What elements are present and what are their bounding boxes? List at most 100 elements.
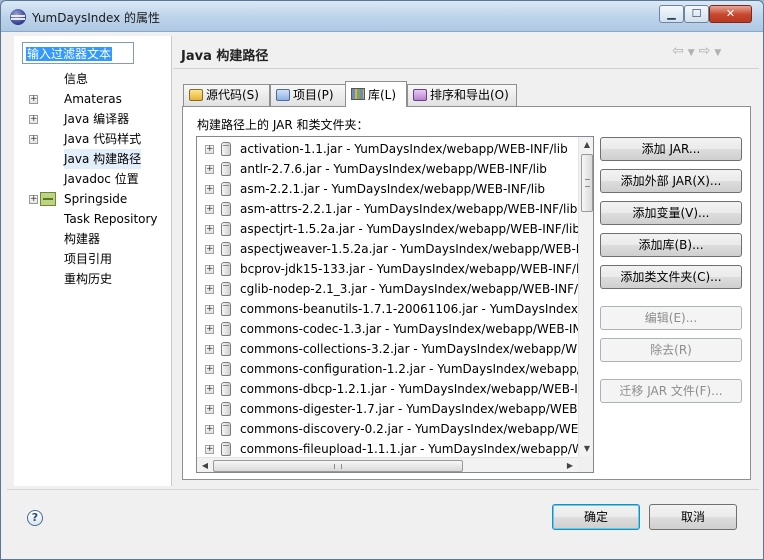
- filter-input[interactable]: 输入过滤器文本: [22, 42, 134, 64]
- tree-item-label: Java 代码样式: [64, 132, 142, 146]
- expand-icon[interactable]: +: [205, 225, 214, 234]
- add-class-folder-button[interactable]: 添加类文件夹(C)...: [600, 265, 742, 289]
- jar-list-item[interactable]: + commons-discovery-0.2.jar - YumDaysInde…: [197, 419, 579, 439]
- expand-icon[interactable]: +: [205, 285, 214, 294]
- back-arrow-icon[interactable]: ⇦: [672, 43, 688, 59]
- add-variable-button[interactable]: 添加变量(V)...: [600, 201, 742, 225]
- expand-icon[interactable]: +: [205, 325, 214, 334]
- expand-icon[interactable]: +: [205, 405, 214, 414]
- vertical-scrollbar[interactable]: ▲ ▼: [578, 137, 593, 457]
- expand-icon[interactable]: +: [29, 95, 38, 104]
- tab-source[interactable]: 源代码(S): [183, 84, 270, 106]
- close-button[interactable]: ✕: [709, 5, 752, 23]
- tab-label: 项目(P): [293, 88, 334, 102]
- add-external-jar-button[interactable]: 添加外部 JAR(X)...: [600, 169, 742, 193]
- tree-item-builders[interactable]: 构建器: [14, 229, 172, 249]
- tab-projects[interactable]: 项目(P): [270, 84, 346, 106]
- filter-input-text: 输入过滤器文本: [26, 47, 113, 61]
- minimize-button[interactable]: ▁: [659, 5, 684, 23]
- source-folder-icon: [189, 89, 203, 101]
- ok-button[interactable]: 确定: [552, 504, 640, 530]
- jar-list-item[interactable]: + aspectjweaver-1.5.2a.jar - YumDaysIndex…: [197, 239, 579, 259]
- page-title: Java 构建路径: [181, 49, 269, 64]
- tree-item-springside[interactable]: + Springside: [14, 189, 172, 209]
- jar-label: commons-configuration-1.2.jar - YumDaysI…: [240, 362, 579, 376]
- help-icon[interactable]: ?: [27, 510, 43, 526]
- history-nav: ⇦▼⇨▼: [672, 43, 725, 59]
- jar-list-item[interactable]: + commons-collections-3.2.jar - YumDaysIn…: [197, 339, 579, 359]
- title-bar[interactable]: YumDaysIndex 的属性 ▁ ☐ ✕: [1, 1, 763, 32]
- expand-icon[interactable]: +: [205, 145, 214, 154]
- tree-item-refactoring-history[interactable]: 重构历史: [14, 269, 172, 289]
- add-jar-button[interactable]: 添加 JAR...: [600, 137, 742, 161]
- jar-list[interactable]: + activation-1.1.jar - YumDaysIndex/webap…: [196, 136, 594, 473]
- scrollbar-corner: [578, 457, 593, 472]
- scroll-down-icon[interactable]: ▼: [579, 441, 593, 457]
- jar-icon: [221, 262, 231, 276]
- jar-list-item[interactable]: + commons-configuration-1.2.jar - YumDays…: [197, 359, 579, 379]
- tree-item-task-repository[interactable]: Task Repository: [14, 209, 172, 229]
- edit-button[interactable]: 编辑(E)...: [600, 306, 742, 330]
- remove-button[interactable]: 除去(R): [600, 338, 742, 362]
- tree-item-java-compiler[interactable]: + Java 编译器: [14, 109, 172, 129]
- scroll-up-icon[interactable]: ▲: [579, 137, 593, 153]
- expand-icon[interactable]: +: [205, 245, 214, 254]
- jar-list-item[interactable]: + antlr-2.7.6.jar - YumDaysIndex/webapp/W…: [197, 159, 579, 179]
- jar-label: commons-codec-1.3.jar - YumDaysIndex/web…: [240, 322, 579, 336]
- jar-list-item[interactable]: + commons-digester-1.7.jar - YumDaysIndex…: [197, 399, 579, 419]
- tab-label: 库(L): [368, 88, 397, 102]
- expand-icon[interactable]: +: [205, 425, 214, 434]
- tree-item-label: 项目引用: [64, 252, 113, 266]
- add-library-button[interactable]: 添加库(B)...: [600, 233, 742, 257]
- jar-list-item[interactable]: + activation-1.1.jar - YumDaysIndex/webap…: [197, 139, 579, 159]
- expand-icon[interactable]: +: [205, 185, 214, 194]
- jar-list-item[interactable]: + aspectjrt-1.5.2a.jar - YumDaysIndex/web…: [197, 219, 579, 239]
- expand-icon[interactable]: +: [29, 195, 38, 204]
- tab-order-export[interactable]: 排序和导出(O): [407, 84, 517, 106]
- dialog-body: 输入过滤器文本 信息 + Amateras + Java 编译器 + Java …: [7, 33, 759, 555]
- expand-icon[interactable]: +: [205, 385, 214, 394]
- maximize-button[interactable]: ☐: [684, 5, 709, 23]
- expand-icon[interactable]: +: [205, 365, 214, 374]
- vertical-scroll-thumb[interactable]: [581, 154, 593, 212]
- tree-item-project-references[interactable]: 项目引用: [14, 249, 172, 269]
- tree-item-javadoc-location[interactable]: Javadoc 位置: [14, 169, 172, 189]
- expand-icon[interactable]: +: [205, 345, 214, 354]
- jar-label: commons-fileupload-1.1.1.jar - YumDaysIn…: [240, 442, 579, 456]
- jar-list-item[interactable]: + asm-2.2.1.jar - YumDaysIndex/webapp/WEB…: [197, 179, 579, 199]
- tree-item-java-build-path[interactable]: Java 构建路径: [14, 149, 172, 169]
- tab-libraries[interactable]: 库(L): [345, 81, 407, 107]
- expand-icon[interactable]: +: [205, 305, 214, 314]
- jar-label: commons-discovery-0.2.jar - YumDaysIndex…: [240, 422, 579, 436]
- jar-list-item[interactable]: + cglib-nodep-2.1_3.jar - YumDaysIndex/we…: [197, 279, 579, 299]
- jar-list-item[interactable]: + asm-attrs-2.2.1.jar - YumDaysIndex/weba…: [197, 199, 579, 219]
- tree-item-info[interactable]: 信息: [14, 69, 172, 89]
- jar-label: commons-digester-1.7.jar - YumDaysIndex/…: [240, 402, 579, 416]
- jar-list-item[interactable]: + commons-codec-1.3.jar - YumDaysIndex/we…: [197, 319, 579, 339]
- migrate-jar-button[interactable]: 迁移 JAR 文件(F)...: [600, 379, 742, 403]
- jar-label: commons-collections-3.2.jar - YumDaysInd…: [240, 342, 579, 356]
- tree-item-amateras[interactable]: + Amateras: [14, 89, 172, 109]
- jar-list-item[interactable]: + commons-fileupload-1.1.1.jar - YumDaysI…: [197, 439, 579, 459]
- forward-menu-icon[interactable]: ▼: [714, 48, 725, 58]
- jar-label: commons-beanutils-1.7.1-20061106.jar - Y…: [240, 302, 579, 316]
- expand-icon[interactable]: +: [29, 115, 38, 124]
- horizontal-scrollbar[interactable]: ◀ ▶: [197, 457, 578, 472]
- scroll-left-icon[interactable]: ◀: [197, 458, 213, 472]
- cancel-button[interactable]: 取消: [649, 504, 737, 530]
- property-page-navigator: 输入过滤器文本 信息 + Amateras + Java 编译器 + Java …: [14, 36, 172, 486]
- expand-icon[interactable]: +: [205, 265, 214, 274]
- tree-item-label: 构建器: [64, 232, 101, 246]
- expand-icon[interactable]: +: [205, 445, 214, 454]
- back-menu-icon[interactable]: ▼: [688, 48, 699, 58]
- tree-item-java-code-style[interactable]: + Java 代码样式: [14, 129, 172, 149]
- forward-arrow-icon[interactable]: ⇨: [699, 43, 715, 59]
- scroll-right-icon[interactable]: ▶: [562, 458, 578, 472]
- expand-icon[interactable]: +: [29, 135, 38, 144]
- horizontal-scroll-thumb[interactable]: [213, 460, 463, 472]
- jar-list-item[interactable]: + commons-dbcp-1.2.1.jar - YumDaysIndex/w…: [197, 379, 579, 399]
- jar-list-item[interactable]: + bcprov-jdk15-133.jar - YumDaysIndex/web…: [197, 259, 579, 279]
- expand-icon[interactable]: +: [205, 165, 214, 174]
- jar-list-item[interactable]: + commons-beanutils-1.7.1-20061106.jar - …: [197, 299, 579, 319]
- expand-icon[interactable]: +: [205, 205, 214, 214]
